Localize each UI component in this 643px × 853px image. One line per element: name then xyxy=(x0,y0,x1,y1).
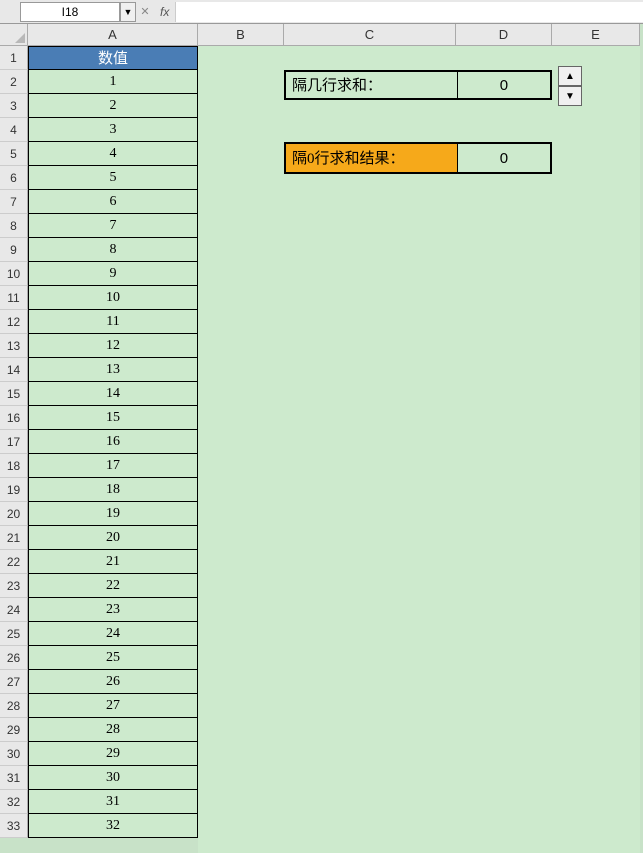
row-header[interactable]: 12 xyxy=(0,310,28,334)
select-all-corner[interactable] xyxy=(0,24,28,46)
row-header[interactable]: 20 xyxy=(0,502,28,526)
data-cell[interactable]: 31 xyxy=(28,790,198,814)
name-box-dropdown-icon[interactable]: ▼ xyxy=(120,2,136,22)
row-header[interactable]: 10 xyxy=(0,262,28,286)
spinner-down-button[interactable]: ▼ xyxy=(558,86,582,106)
row-header[interactable]: 15 xyxy=(0,382,28,406)
row-header[interactable]: 30 xyxy=(0,742,28,766)
row-header[interactable]: 8 xyxy=(0,214,28,238)
grid[interactable]: 数值 1234567891011121314151617181920212223… xyxy=(28,46,640,838)
data-cell[interactable]: 15 xyxy=(28,406,198,430)
row-header[interactable]: 4 xyxy=(0,118,28,142)
col-header-A[interactable]: A xyxy=(28,24,198,46)
data-cell[interactable]: 9 xyxy=(28,262,198,286)
data-cell[interactable]: 13 xyxy=(28,358,198,382)
result-label: 隔0行求和结果： xyxy=(286,144,457,172)
row-header[interactable]: 19 xyxy=(0,478,28,502)
data-cell[interactable]: 12 xyxy=(28,334,198,358)
interval-value[interactable]: 0 xyxy=(457,72,550,98)
data-cell[interactable]: 4 xyxy=(28,142,198,166)
data-cell[interactable]: 32 xyxy=(28,814,198,838)
row-header[interactable]: 7 xyxy=(0,190,28,214)
column-headers: A B C D E xyxy=(28,24,640,46)
row-header[interactable]: 24 xyxy=(0,598,28,622)
data-cell[interactable]: 2 xyxy=(28,94,198,118)
row-header[interactable]: 28 xyxy=(0,694,28,718)
formula-bar: I18 ▼ ✕ fx xyxy=(0,0,643,24)
row-header[interactable]: 27 xyxy=(0,670,28,694)
data-cell[interactable]: 11 xyxy=(28,310,198,334)
row-header[interactable]: 5 xyxy=(0,142,28,166)
cancel-icon[interactable]: ✕ xyxy=(136,5,154,18)
data-cell[interactable]: 16 xyxy=(28,430,198,454)
row-header[interactable]: 11 xyxy=(0,286,28,310)
data-cell[interactable]: 14 xyxy=(28,382,198,406)
col-header-C[interactable]: C xyxy=(284,24,456,46)
row-header[interactable]: 18 xyxy=(0,454,28,478)
col-header-E[interactable]: E xyxy=(552,24,640,46)
column-A-data: 数值 1234567891011121314151617181920212223… xyxy=(28,46,198,838)
row-header[interactable]: 6 xyxy=(0,166,28,190)
fx-label[interactable]: fx xyxy=(154,5,175,19)
col-header-B[interactable]: B xyxy=(198,24,284,46)
data-cell[interactable]: 5 xyxy=(28,166,198,190)
data-cell[interactable]: 6 xyxy=(28,190,198,214)
row-header[interactable]: 17 xyxy=(0,430,28,454)
data-cell[interactable]: 1 xyxy=(28,70,198,94)
data-cell[interactable]: 7 xyxy=(28,214,198,238)
row-header[interactable]: 13 xyxy=(0,334,28,358)
row-header[interactable]: 26 xyxy=(0,646,28,670)
interval-input-box: 隔几行求和： 0 xyxy=(284,70,552,100)
row-headers: 1234567891011121314151617181920212223242… xyxy=(0,46,28,838)
result-box: 隔0行求和结果： 0 xyxy=(284,142,552,174)
data-cell[interactable]: 27 xyxy=(28,694,198,718)
formula-input[interactable] xyxy=(175,2,643,22)
row-header[interactable]: 31 xyxy=(0,766,28,790)
data-cell[interactable]: 8 xyxy=(28,238,198,262)
row-header[interactable]: 25 xyxy=(0,622,28,646)
data-cell[interactable]: 30 xyxy=(28,766,198,790)
data-cell[interactable]: 3 xyxy=(28,118,198,142)
data-cell[interactable]: 18 xyxy=(28,478,198,502)
spinner-control: ▲ ▼ xyxy=(558,66,582,106)
spinner-up-button[interactable]: ▲ xyxy=(558,66,582,86)
row-header[interactable]: 21 xyxy=(0,526,28,550)
column-A-header-cell[interactable]: 数值 xyxy=(28,46,198,70)
row-header[interactable]: 3 xyxy=(0,94,28,118)
interval-label: 隔几行求和： xyxy=(286,72,457,98)
row-header[interactable]: 29 xyxy=(0,718,28,742)
data-cell[interactable]: 17 xyxy=(28,454,198,478)
data-cell[interactable]: 28 xyxy=(28,718,198,742)
row-header[interactable]: 14 xyxy=(0,358,28,382)
data-cell[interactable]: 21 xyxy=(28,550,198,574)
row-header[interactable]: 16 xyxy=(0,406,28,430)
row-header[interactable]: 32 xyxy=(0,790,28,814)
data-cell[interactable]: 25 xyxy=(28,646,198,670)
row-header[interactable]: 22 xyxy=(0,550,28,574)
name-box[interactable]: I18 xyxy=(20,2,120,22)
data-cell[interactable]: 19 xyxy=(28,502,198,526)
col-header-D[interactable]: D xyxy=(456,24,552,46)
data-cell[interactable]: 23 xyxy=(28,598,198,622)
data-cell[interactable]: 10 xyxy=(28,286,198,310)
data-cell[interactable]: 20 xyxy=(28,526,198,550)
data-cell[interactable]: 26 xyxy=(28,670,198,694)
row-header[interactable]: 9 xyxy=(0,238,28,262)
result-value[interactable]: 0 xyxy=(457,144,550,172)
data-cell[interactable]: 22 xyxy=(28,574,198,598)
row-header[interactable]: 1 xyxy=(0,46,28,70)
data-cell[interactable]: 29 xyxy=(28,742,198,766)
row-header[interactable]: 2 xyxy=(0,70,28,94)
data-cell[interactable]: 24 xyxy=(28,622,198,646)
row-header[interactable]: 33 xyxy=(0,814,28,838)
row-header[interactable]: 23 xyxy=(0,574,28,598)
